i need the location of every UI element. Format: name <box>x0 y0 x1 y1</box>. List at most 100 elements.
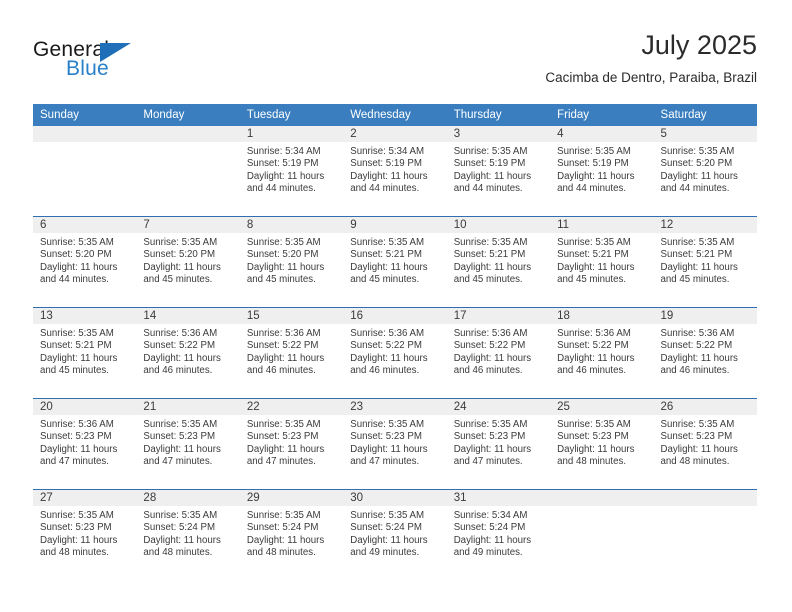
sunset-text: Sunset: 5:22 PM <box>660 340 733 352</box>
day-number: 5 <box>653 126 757 142</box>
calendar-cell: 18 Sunrise: 5:36 AM Sunset: 5:22 PM Dayligh… <box>550 307 654 399</box>
day-cell[interactable]: 27 Sunrise: 5:35 AM Sunset: 5:23 PM Dayligh… <box>33 490 137 580</box>
day-cell[interactable]: 30 Sunrise: 5:35 AM Sunset: 5:24 PM Dayligh… <box>343 490 447 580</box>
daylight-text: Daylight: 11 hours and 48 minutes. <box>557 443 635 467</box>
day-cell[interactable]: 11 Sunrise: 5:35 AM Sunset: 5:21 PM Dayligh… <box>550 217 654 307</box>
day-number: 12 <box>653 217 757 233</box>
calendar-cell: 1 Sunrise: 5:34 AM Sunset: 5:19 PM Daylight… <box>239 126 344 217</box>
day-details: Sunrise: 5:35 AM Sunset: 5:23 PM Daylight:… <box>654 415 757 468</box>
day-details: Sunrise: 5:35 AM Sunset: 5:23 PM Daylight:… <box>33 506 136 559</box>
sunrise-text: Sunrise: 5:35 AM <box>350 419 425 430</box>
sunrise-text: Sunrise: 5:35 AM <box>453 419 528 430</box>
day-cell[interactable]: 14 Sunrise: 5:36 AM Sunset: 5:22 PM Dayligh… <box>136 308 240 398</box>
day-number: 26 <box>653 399 757 415</box>
day-details: Sunrise: 5:35 AM Sunset: 5:20 PM Daylight:… <box>654 142 757 195</box>
sunset-text: Sunset: 5:24 PM <box>143 522 216 534</box>
daylight-text: Daylight: 11 hours and 45 minutes. <box>143 261 221 285</box>
day-cell[interactable]: 5 Sunrise: 5:35 AM Sunset: 5:20 PM Daylight… <box>653 126 757 216</box>
daylight-text: Daylight: 11 hours and 44 minutes. <box>557 170 635 194</box>
day-details: Sunrise: 5:35 AM Sunset: 5:23 PM Daylight:… <box>447 415 550 468</box>
sunrise-text: Sunrise: 5:35 AM <box>143 510 218 521</box>
calendar-cell: 17 Sunrise: 5:36 AM Sunset: 5:22 PM Dayligh… <box>446 307 551 399</box>
day-cell-empty <box>653 490 757 580</box>
sunrise-text: Sunrise: 5:34 AM <box>453 510 528 521</box>
day-number <box>33 126 137 142</box>
day-cell[interactable]: 31 Sunrise: 5:34 AM Sunset: 5:24 PM Dayligh… <box>446 490 551 580</box>
sunrise-text: Sunrise: 5:34 AM <box>246 146 321 157</box>
day-number: 9 <box>343 217 447 233</box>
day-cell[interactable]: 9 Sunrise: 5:35 AM Sunset: 5:21 PM Daylight… <box>343 217 447 307</box>
day-cell-empty <box>33 126 137 216</box>
daylight-text: Daylight: 11 hours and 46 minutes. <box>246 352 325 376</box>
day-cell[interactable]: 19 Sunrise: 5:36 AM Sunset: 5:22 PM Dayligh… <box>653 308 757 398</box>
weekday-header-thursday: Thursday <box>446 104 551 126</box>
day-number <box>136 126 240 142</box>
sunset-text: Sunset: 5:22 PM <box>557 340 629 352</box>
day-cell[interactable]: 8 Sunrise: 5:35 AM Sunset: 5:20 PM Daylight… <box>239 217 344 307</box>
calendar-cell: 9 Sunrise: 5:35 AM Sunset: 5:21 PM Daylight… <box>343 216 447 308</box>
sunrise-sunset-calendar: Sunday Monday Tuesday Wednesday Thursday Frid… <box>33 104 757 580</box>
day-number: 24 <box>446 399 551 415</box>
sunrise-text: Sunrise: 5:35 AM <box>246 510 321 521</box>
daylight-text: Daylight: 11 hours and 48 minutes. <box>246 534 325 558</box>
day-number: 19 <box>653 308 757 324</box>
daylight-text: Daylight: 11 hours and 46 minutes. <box>143 352 221 376</box>
daylight-text: Daylight: 11 hours and 48 minutes. <box>143 534 221 558</box>
day-cell[interactable]: 16 Sunrise: 5:36 AM Sunset: 5:22 PM Dayligh… <box>343 308 447 398</box>
sunset-text: Sunset: 5:21 PM <box>350 249 422 261</box>
calendar-cell: 25 Sunrise: 5:35 AM Sunset: 5:23 PM Dayligh… <box>550 398 654 490</box>
day-number: 7 <box>136 217 240 233</box>
day-cell[interactable]: 22 Sunrise: 5:35 AM Sunset: 5:23 PM Dayligh… <box>239 399 344 489</box>
calendar-cell: 7 Sunrise: 5:35 AM Sunset: 5:20 PM Daylight… <box>136 216 240 308</box>
calendar-cell: 30 Sunrise: 5:35 AM Sunset: 5:24 PM Dayligh… <box>343 489 447 580</box>
day-cell[interactable]: 18 Sunrise: 5:36 AM Sunset: 5:22 PM Dayligh… <box>550 308 654 398</box>
day-details: Sunrise: 5:35 AM Sunset: 5:24 PM Daylight:… <box>240 506 343 559</box>
title-block: July 2025 Cacimba de Dentro, Paraiba, Br… <box>545 28 757 88</box>
day-details: Sunrise: 5:35 AM Sunset: 5:21 PM Daylight:… <box>654 233 757 286</box>
day-number: 29 <box>239 490 344 506</box>
day-cell[interactable]: 10 Sunrise: 5:35 AM Sunset: 5:21 PM Dayligh… <box>446 217 551 307</box>
day-cell[interactable]: 29 Sunrise: 5:35 AM Sunset: 5:24 PM Dayligh… <box>239 490 344 580</box>
calendar-cell <box>550 489 654 580</box>
day-cell[interactable]: 3 Sunrise: 5:35 AM Sunset: 5:19 PM Daylight… <box>446 126 551 216</box>
day-cell[interactable]: 24 Sunrise: 5:35 AM Sunset: 5:23 PM Dayligh… <box>446 399 551 489</box>
calendar-cell: 3 Sunrise: 5:35 AM Sunset: 5:19 PM Daylight… <box>446 126 551 217</box>
day-cell[interactable]: 26 Sunrise: 5:35 AM Sunset: 5:23 PM Dayligh… <box>653 399 757 489</box>
day-cell[interactable]: 21 Sunrise: 5:35 AM Sunset: 5:23 PM Dayligh… <box>136 399 240 489</box>
sunset-text: Sunset: 5:22 PM <box>453 340 526 352</box>
day-number: 8 <box>239 217 344 233</box>
sunrise-text: Sunrise: 5:35 AM <box>660 146 735 157</box>
calendar-cell: 12 Sunrise: 5:35 AM Sunset: 5:21 PM Dayligh… <box>653 216 757 308</box>
day-cell[interactable]: 23 Sunrise: 5:35 AM Sunset: 5:23 PM Dayligh… <box>343 399 447 489</box>
day-cell[interactable]: 2 Sunrise: 5:34 AM Sunset: 5:19 PM Daylight… <box>343 126 447 216</box>
day-details: Sunrise: 5:36 AM Sunset: 5:22 PM Daylight:… <box>550 324 653 377</box>
day-cell[interactable]: 4 Sunrise: 5:35 AM Sunset: 5:19 PM Daylight… <box>550 126 654 216</box>
calendar-cell: 4 Sunrise: 5:35 AM Sunset: 5:19 PM Daylight… <box>550 126 654 217</box>
calendar-cell: 26 Sunrise: 5:35 AM Sunset: 5:23 PM Dayligh… <box>653 398 757 490</box>
calendar-cell: 21 Sunrise: 5:35 AM Sunset: 5:23 PM Dayligh… <box>136 398 240 490</box>
day-cell[interactable]: 25 Sunrise: 5:35 AM Sunset: 5:23 PM Dayligh… <box>550 399 654 489</box>
day-number: 6 <box>33 217 137 233</box>
weekday-header-monday: Monday <box>136 104 240 126</box>
sunset-text: Sunset: 5:22 PM <box>246 340 319 352</box>
day-cell[interactable]: 28 Sunrise: 5:35 AM Sunset: 5:24 PM Dayligh… <box>136 490 240 580</box>
day-cell[interactable]: 13 Sunrise: 5:35 AM Sunset: 5:21 PM Dayligh… <box>33 308 137 398</box>
sunrise-text: Sunrise: 5:35 AM <box>557 237 631 248</box>
day-cell[interactable]: 6 Sunrise: 5:35 AM Sunset: 5:20 PM Daylight… <box>33 217 137 307</box>
day-cell[interactable]: 1 Sunrise: 5:34 AM Sunset: 5:19 PM Daylight… <box>239 126 344 216</box>
day-cell[interactable]: 12 Sunrise: 5:35 AM Sunset: 5:21 PM Dayligh… <box>653 217 757 307</box>
sunrise-text: Sunrise: 5:35 AM <box>246 419 321 430</box>
calendar-cell: 8 Sunrise: 5:35 AM Sunset: 5:20 PM Daylight… <box>239 216 344 308</box>
day-cell[interactable]: 7 Sunrise: 5:35 AM Sunset: 5:20 PM Daylight… <box>136 217 240 307</box>
day-details: Sunrise: 5:35 AM Sunset: 5:23 PM Daylight:… <box>240 415 343 468</box>
calendar-cell: 6 Sunrise: 5:35 AM Sunset: 5:20 PM Daylight… <box>33 216 137 308</box>
day-cell[interactable]: 15 Sunrise: 5:36 AM Sunset: 5:22 PM Dayligh… <box>239 308 344 398</box>
weekday-header-tuesday: Tuesday <box>239 104 344 126</box>
day-cell[interactable]: 20 Sunrise: 5:36 AM Sunset: 5:23 PM Dayligh… <box>33 399 137 489</box>
daylight-text: Daylight: 11 hours and 46 minutes. <box>557 352 635 376</box>
day-cell[interactable]: 17 Sunrise: 5:36 AM Sunset: 5:22 PM Dayligh… <box>446 308 551 398</box>
day-number: 2 <box>343 126 447 142</box>
weekday-header-sunday: Sunday <box>33 104 137 126</box>
sunset-text: Sunset: 5:21 PM <box>557 249 629 261</box>
calendar-week-row: 1 Sunrise: 5:34 AM Sunset: 5:19 PM Daylight… <box>33 126 757 217</box>
